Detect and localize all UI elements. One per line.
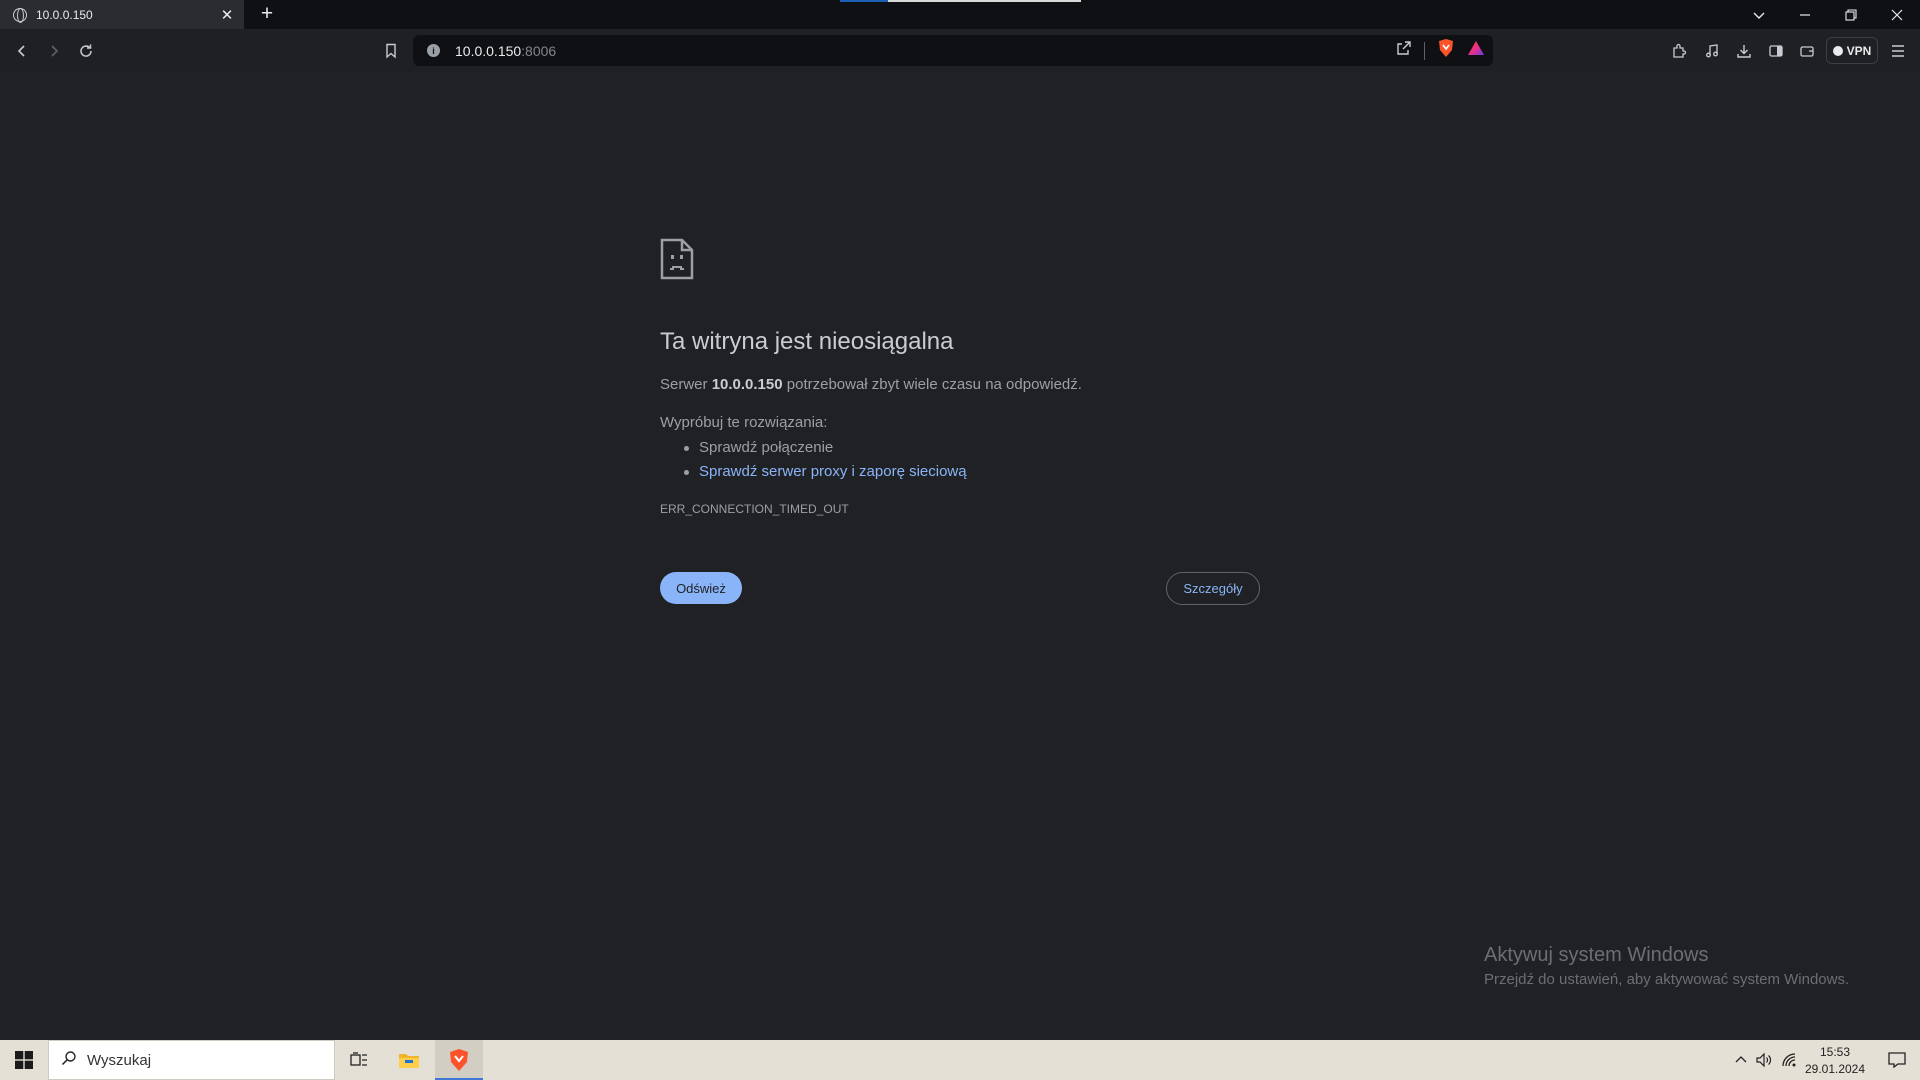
minimize-button[interactable] [1782, 0, 1828, 29]
vpn-button[interactable]: VPN [1826, 37, 1878, 64]
clock-date: 29.01.2024 [1804, 1062, 1866, 1076]
bookmark-icon[interactable] [377, 37, 405, 65]
brave-rewards-icon[interactable] [1467, 40, 1485, 61]
vpn-label: VPN [1846, 43, 1872, 58]
brave-shields-icon[interactable] [1437, 38, 1455, 63]
address-host: 10.0.0.150 [455, 42, 522, 59]
network-icon[interactable] [1778, 1040, 1802, 1080]
tab-search-chevron-icon[interactable] [1736, 0, 1782, 29]
clock-time: 15:53 [1819, 1045, 1851, 1059]
address-bar[interactable]: i 10.0.0.150:8006 [413, 35, 1493, 66]
suggestions-heading: Wypróbuj te rozwiązania: [660, 414, 828, 431]
close-window-button[interactable] [1874, 0, 1920, 29]
suggestions-list: Sprawdź połączenie Sprawdź serwer proxy … [684, 438, 967, 486]
windows-activation-watermark: Aktywuj system Windows Przejdź do ustawi… [1484, 944, 1849, 988]
tab-title: 10.0.0.150 [36, 7, 93, 22]
search-placeholder: Wyszukaj [87, 1051, 152, 1069]
suggestion-check-connection: Sprawdź połączenie [684, 438, 967, 462]
brave-browser-taskbar-icon[interactable] [435, 1040, 483, 1080]
windows-taskbar: Wyszukaj 15:53 29.01.2024 [0, 1040, 1920, 1080]
download-icon[interactable] [1734, 41, 1754, 61]
file-explorer-icon[interactable] [385, 1040, 433, 1080]
suggestion-check-proxy-link[interactable]: Sprawdź serwer proxy i zaporę sieciową [684, 462, 967, 486]
sidebar-icon[interactable] [1766, 41, 1786, 61]
windows-logo-icon [15, 1051, 33, 1069]
sad-document-icon [660, 238, 694, 285]
volume-icon[interactable] [1752, 1040, 1776, 1080]
address-bar-actions [1396, 38, 1485, 63]
browser-toolbar: i 10.0.0.150:8006 VPN [0, 29, 1920, 72]
wallet-icon[interactable] [1797, 41, 1817, 61]
tab-drag-indicator-light [888, 0, 1081, 2]
tab-active[interactable]: 10.0.0.150 ✕ [0, 0, 244, 29]
details-button[interactable]: Szczegóły [1166, 572, 1260, 605]
error-summary-host: 10.0.0.150 [711, 376, 783, 393]
notification-center-icon[interactable] [1874, 1040, 1920, 1080]
site-info-icon[interactable]: i [427, 44, 440, 57]
reload-page-button[interactable]: Odśwież [660, 572, 742, 604]
tab-strip: 10.0.0.150 ✕ + [0, 0, 1920, 29]
error-summary-suffix: potrzebował zbyt wiele czasu na odpowied… [782, 376, 1082, 393]
activation-subtitle: Przejdź do ustawień, aby aktywować syste… [1484, 971, 1850, 988]
activation-title: Aktywuj system Windows [1484, 944, 1709, 966]
media-music-icon[interactable] [1702, 41, 1722, 61]
share-icon[interactable] [1396, 40, 1412, 61]
vpn-status-icon [1832, 45, 1843, 56]
start-button[interactable] [0, 1040, 48, 1080]
menu-hamburger-icon[interactable] [1888, 41, 1908, 61]
error-summary: Serwer 10.0.0.150 potrzebował zbyt wiele… [660, 376, 1082, 393]
error-title: Ta witryna jest nieosiągalna [660, 328, 954, 355]
taskbar-search-box[interactable]: Wyszukaj [48, 1040, 335, 1080]
back-button[interactable] [8, 37, 36, 65]
taskbar-clock[interactable]: 15:53 29.01.2024 [1800, 1044, 1870, 1078]
search-icon [61, 1050, 77, 1070]
error-code: ERR_CONNECTION_TIMED_OUT [660, 502, 849, 516]
error-summary-prefix: Serwer [660, 376, 712, 393]
extensions-icon[interactable] [1669, 41, 1689, 61]
tab-close-icon[interactable]: ✕ [216, 4, 238, 26]
restore-button[interactable] [1828, 0, 1874, 29]
address-port: :8006 [521, 42, 557, 59]
task-view-icon[interactable] [335, 1040, 383, 1080]
show-hidden-icons-chevron-icon[interactable] [1730, 1040, 1752, 1080]
tab-drag-indicator [840, 0, 888, 2]
reload-button[interactable] [72, 37, 100, 65]
globe-icon [13, 7, 27, 23]
address-separator [1424, 41, 1425, 60]
new-tab-button[interactable]: + [255, 2, 279, 26]
error-page: Ta witryna jest nieosiągalna Serwer 10.0… [0, 72, 1920, 1040]
forward-button[interactable] [40, 37, 68, 65]
